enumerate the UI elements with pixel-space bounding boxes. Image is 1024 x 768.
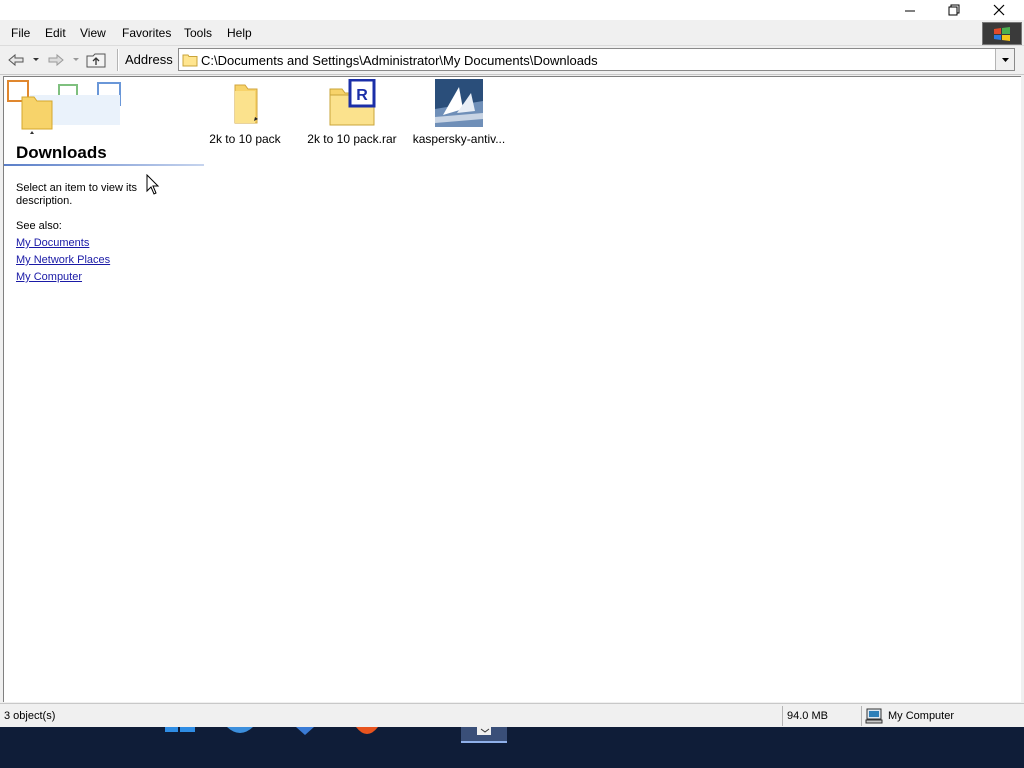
- folder-view[interactable]: Downloads Select an item to view its des…: [3, 76, 1021, 702]
- windows-flag-icon: [994, 26, 1010, 41]
- file-item-folder[interactable]: 2k to 10 pack: [190, 77, 300, 157]
- status-location: My Computer: [888, 710, 955, 722]
- status-size-cell: 94.0 MB: [782, 706, 861, 726]
- folder-banner-graphic: [7, 80, 121, 134]
- menu-tools[interactable]: Tools: [184, 26, 212, 40]
- file-item-kaspersky[interactable]: kaspersky-antiv...: [404, 77, 514, 157]
- menu-view[interactable]: View: [80, 26, 106, 40]
- up-folder-button[interactable]: [84, 50, 108, 70]
- up-folder-icon: [86, 53, 106, 68]
- address-input[interactable]: C:\Documents and Settings\Administrator\…: [201, 53, 598, 68]
- windows-logo: [982, 22, 1022, 45]
- menu-edit[interactable]: Edit: [45, 26, 66, 40]
- back-button[interactable]: [5, 50, 27, 70]
- chevron-down-icon: [1001, 57, 1009, 62]
- toolbar-separator: [117, 49, 119, 71]
- explorer-window: File Edit View Favorites Tools Help Addr…: [0, 0, 1024, 728]
- taskbar: [0, 727, 1024, 768]
- web-view-panel: Downloads Select an item to view its des…: [4, 77, 204, 702]
- address-label: Address: [125, 52, 173, 67]
- panel-description: Select an item to view its description.: [16, 182, 138, 207]
- forward-dropdown[interactable]: [70, 50, 82, 70]
- menu-file[interactable]: File: [11, 26, 30, 40]
- status-size: 94.0 MB: [787, 710, 828, 722]
- file-label: 2k to 10 pack: [209, 132, 281, 146]
- folder-icon: [234, 84, 258, 124]
- start-icon[interactable]: [165, 727, 195, 739]
- menu-bar: File Edit View Favorites Tools Help: [0, 21, 1024, 46]
- minimize-icon: [904, 10, 915, 12]
- chevron-down-icon: [33, 58, 39, 61]
- status-bar: 3 object(s) 94.0 MB My Computer: [0, 703, 1024, 728]
- my-computer-icon: [865, 708, 883, 724]
- mouse-cursor-icon: [146, 174, 160, 195]
- forward-icon: [48, 53, 64, 67]
- file-label: 2k to 10 pack.rar: [307, 132, 397, 146]
- forward-button[interactable]: [45, 50, 67, 70]
- taskbar-active-window[interactable]: [461, 727, 507, 743]
- see-also-label: See also:: [16, 220, 62, 232]
- window-icon: [477, 727, 491, 735]
- restore-button[interactable]: [931, 0, 976, 20]
- minimize-button[interactable]: [887, 0, 932, 20]
- svg-text:R: R: [356, 87, 368, 104]
- close-button[interactable]: [976, 0, 1021, 20]
- folder-icon: [182, 54, 198, 67]
- menu-help[interactable]: Help: [227, 26, 252, 40]
- link-my-computer[interactable]: My Computer: [16, 271, 82, 283]
- address-bar[interactable]: C:\Documents and Settings\Administrator\…: [178, 48, 1015, 71]
- link-my-network-places[interactable]: My Network Places: [16, 254, 110, 266]
- menu-favorites[interactable]: Favorites: [122, 26, 171, 40]
- navigation-toolbar: Address C:\Documents and Settings\Admini…: [0, 46, 1024, 75]
- firefox-icon[interactable]: [352, 727, 382, 739]
- app-icon[interactable]: [290, 727, 320, 739]
- panel-divider: [4, 164, 204, 166]
- restore-icon: [948, 4, 959, 16]
- address-dropdown-button[interactable]: [995, 49, 1014, 70]
- back-dropdown[interactable]: [30, 50, 42, 70]
- title-bar: [0, 0, 1024, 20]
- back-icon: [8, 53, 24, 67]
- status-zone-cell: My Computer: [861, 706, 1024, 726]
- file-label: kaspersky-antiv...: [412, 132, 506, 146]
- status-object-count: 3 object(s): [4, 710, 56, 722]
- browser-icon[interactable]: [225, 727, 255, 739]
- chevron-down-icon: [73, 58, 79, 61]
- panel-title: Downloads: [16, 143, 107, 162]
- link-my-documents[interactable]: My Documents: [16, 237, 89, 249]
- file-item-rar[interactable]: R 2k to 10 pack.rar: [297, 77, 407, 157]
- winrar-archive-icon: R: [329, 79, 376, 126]
- close-icon: [993, 4, 1004, 16]
- kaspersky-installer-icon: [435, 79, 483, 127]
